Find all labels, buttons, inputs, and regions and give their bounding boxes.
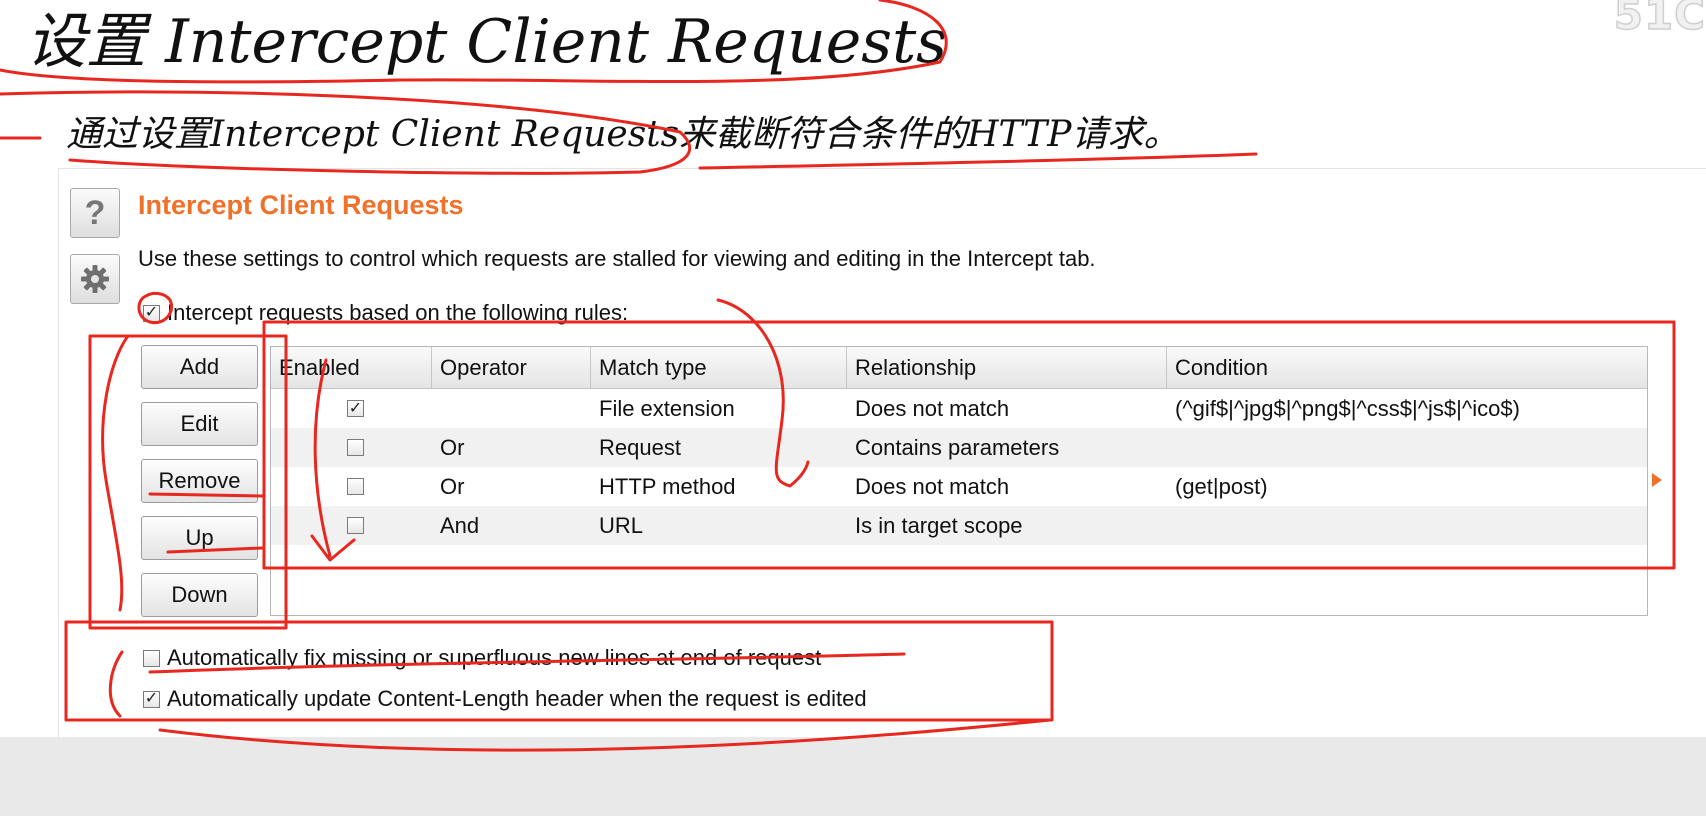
cell-condition [1167, 506, 1647, 545]
table-row[interactable]: ✓ File extension Does not match (^gif$|^… [271, 389, 1647, 428]
intercept-rules-label: Intercept requests based on the followin… [167, 300, 629, 325]
fix-newlines-label: Automatically fix missing or superfluous… [167, 645, 822, 670]
fix-newlines-option[interactable]: Automatically fix missing or superfluous… [143, 645, 821, 671]
checkbox-unchecked[interactable] [347, 439, 364, 456]
cell-operator: And [440, 513, 480, 538]
table-row[interactable]: Or HTTP method Does not match (get|post) [271, 467, 1647, 506]
column-header-operator[interactable]: Operator [432, 347, 591, 388]
update-content-length-label: Automatically update Content-Length head… [167, 686, 867, 711]
cell-relationship: Contains parameters [855, 435, 1060, 460]
checkbox-unchecked[interactable] [143, 649, 160, 667]
column-header-enabled[interactable]: Enabled [271, 347, 432, 388]
cell-operator: Or [440, 474, 465, 499]
table-row[interactable]: And URL Is in target scope [271, 506, 1647, 545]
slide-subtitle: 通过设置Intercept Client Requests来截断符合条件的HTT… [66, 114, 1180, 155]
cell-match-type: File extension [599, 396, 735, 421]
column-header-relationship[interactable]: Relationship [847, 347, 1167, 388]
cell-match-type: URL [599, 513, 644, 538]
section-description: Use these settings to control which requ… [138, 246, 1096, 271]
up-button[interactable]: Up [141, 516, 258, 560]
column-header-condition[interactable]: Condition [1167, 347, 1647, 388]
slide-title: 设置 Intercept Client Requests [26, 7, 947, 77]
cell-operator: Or [440, 435, 465, 460]
cell-match-type: HTTP method [599, 474, 736, 499]
checkbox-checked[interactable]: ✓ [143, 304, 160, 322]
cell-relationship: Is in target scope [855, 513, 1023, 538]
checkbox-checked[interactable]: ✓ [347, 400, 364, 417]
down-button[interactable]: Down [141, 573, 258, 617]
update-content-length-option[interactable]: ✓ Automatically update Content-Length he… [143, 686, 867, 712]
checkbox-checked[interactable]: ✓ [143, 690, 160, 708]
logo-watermark: 51C [1613, 0, 1706, 40]
cell-relationship: Does not match [855, 474, 1010, 499]
gear-icon[interactable] [70, 254, 120, 304]
cell-operator [432, 389, 591, 428]
edit-button[interactable]: Edit [141, 402, 258, 446]
checkbox-unchecked[interactable] [347, 517, 364, 534]
cell-match-type: Request [599, 435, 681, 460]
intercept-rules-option[interactable]: ✓ Intercept requests based on the follow… [143, 300, 628, 326]
scroll-right-arrow-icon[interactable] [1652, 473, 1662, 487]
cell-relationship: Does not match [855, 396, 1010, 421]
column-header-match-type[interactable]: Match type [591, 347, 847, 388]
add-button[interactable]: Add [141, 345, 258, 389]
cell-condition: (^gif$|^jpg$|^png$|^css$|^js$|^ico$) [1175, 396, 1520, 421]
cell-condition: (get|post) [1175, 474, 1268, 499]
table-row[interactable]: Or Request Contains parameters [271, 428, 1647, 467]
bottom-band [0, 737, 1706, 816]
help-icon[interactable]: ? [70, 188, 120, 238]
section-title: Intercept Client Requests [138, 190, 464, 220]
remove-button[interactable]: Remove [141, 459, 258, 503]
checkbox-unchecked[interactable] [347, 478, 364, 495]
rules-table: Enabled Operator Match type Relationship… [270, 346, 1648, 616]
table-header: Enabled Operator Match type Relationship… [271, 347, 1647, 389]
cell-condition [1167, 428, 1647, 467]
